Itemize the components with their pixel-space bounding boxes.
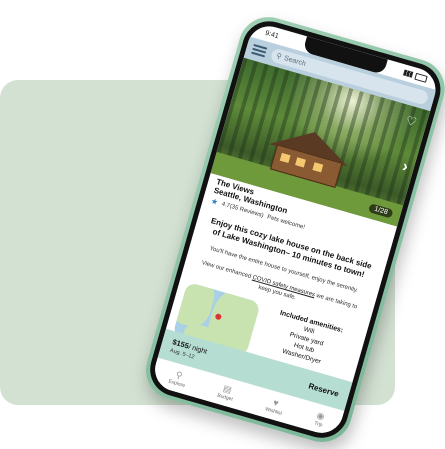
star-icon: ★ [209, 196, 220, 207]
hamburger-menu-icon[interactable] [251, 43, 268, 58]
phone-mockup: 9:41 ⚲ Search ♡ › 1/28 The Views Seattle… [138, 10, 445, 449]
status-time: 9:41 [264, 29, 280, 40]
search-icon: ⚲ [174, 368, 184, 381]
price-block: $155/ night Aug. 5–12 [169, 337, 208, 364]
tab-explore[interactable]: ⚲ Explore [168, 368, 189, 389]
status-icons [403, 69, 428, 83]
search-icon: ⚲ [275, 52, 283, 61]
signal-icon [403, 69, 414, 78]
reserve-button[interactable]: Reserve [308, 381, 340, 398]
tab-wishlist[interactable]: ♥ Wishlist [264, 395, 285, 416]
battery-icon [414, 72, 428, 83]
tab-budget[interactable]: ▤ Budget [217, 382, 237, 403]
heart-icon: ♥ [272, 396, 280, 408]
trip-icon: ◉ [315, 409, 327, 422]
search-placeholder: Search [283, 54, 307, 68]
